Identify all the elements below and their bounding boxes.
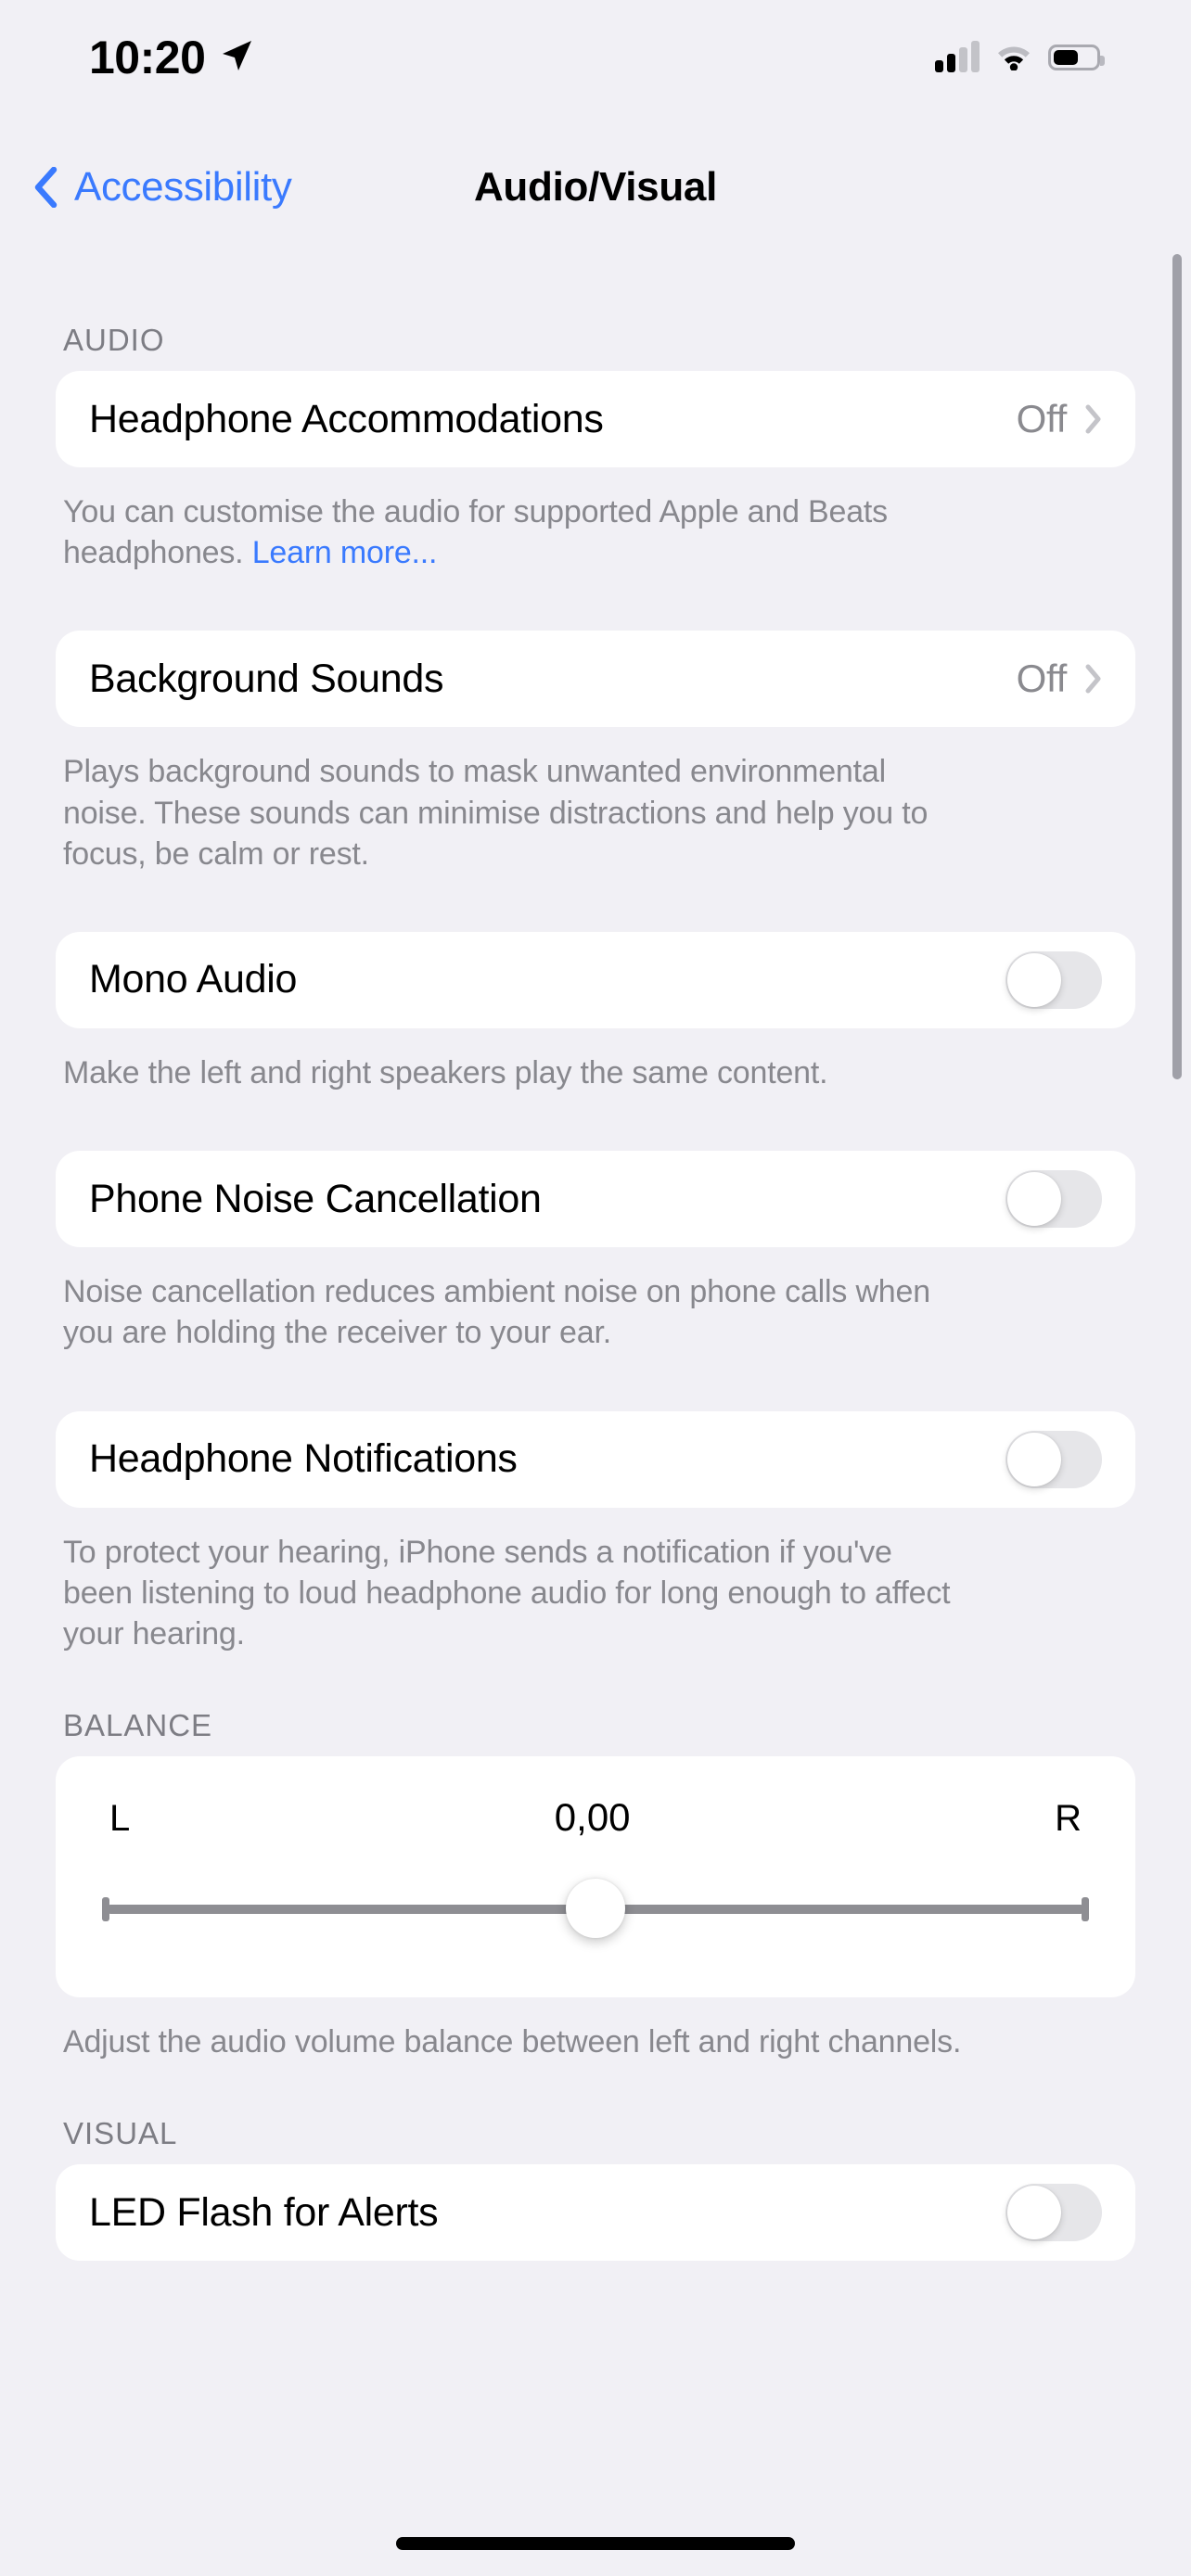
row-label: Phone Noise Cancellation [89, 1176, 542, 1221]
row-label: LED Flash for Alerts [89, 2189, 439, 2235]
settings-scroll-view[interactable]: AUDIO Headphone Accommodations Off You c… [0, 236, 1191, 2576]
status-bar-right [935, 41, 1105, 75]
cellular-signal-icon [935, 41, 980, 72]
balance-left-label: L [109, 1798, 131, 1840]
balance-labels: L 0,00 R [98, 1795, 1093, 1840]
balance-right-label: R [1055, 1798, 1082, 1840]
location-arrow-icon [218, 37, 255, 79]
section-header-balance: BALANCE [63, 1708, 213, 1743]
slider-knob[interactable] [566, 1879, 625, 1939]
footer-background-sounds: Plays background sounds to mask unwanted… [63, 754, 928, 872]
card-mono-audio: Mono Audio [56, 931, 1135, 1028]
section-header-visual: VISUAL [63, 2116, 178, 2151]
status-bar-left: 10:20 [89, 34, 255, 81]
row-led-flash-for-alerts[interactable]: LED Flash for Alerts [56, 2164, 1135, 2261]
toggle-phone-noise-cancellation[interactable] [1005, 1170, 1102, 1229]
toggle-knob [1007, 1432, 1061, 1486]
home-indicator [396, 2537, 795, 2550]
chevron-right-icon [1085, 404, 1102, 434]
balance-value-label: 0,00 [554, 1795, 631, 1840]
card-phone-noise-cancellation: Phone Noise Cancellation [56, 1151, 1135, 1248]
status-bar-clock: 10:20 [89, 32, 206, 83]
card-balance: L 0,00 R [56, 1756, 1135, 1998]
card-headphone-accommodations: Headphone Accommodations Off [56, 371, 1135, 467]
toggle-headphone-notifications[interactable] [1005, 1430, 1102, 1488]
card-led-flash-for-alerts: LED Flash for Alerts [56, 2164, 1135, 2262]
row-phone-noise-cancellation[interactable]: Phone Noise Cancellation [56, 1151, 1135, 1247]
footer-text: You can customise the audio for supporte… [63, 494, 888, 571]
row-value: Off [1016, 657, 1068, 701]
footer-balance: Adjust the audio volume balance between … [63, 2024, 962, 2060]
toggle-mono-audio[interactable] [1005, 950, 1102, 1009]
row-label: Mono Audio [89, 957, 298, 1002]
row-headphone-accommodations[interactable]: Headphone Accommodations Off [56, 371, 1135, 467]
footer-headphone-notifications: To protect your hearing, iPhone sends a … [63, 1534, 951, 1651]
toggle-led-flash-for-alerts[interactable] [1005, 2184, 1102, 2242]
row-label: Background Sounds [89, 656, 444, 701]
toggle-knob [1007, 952, 1061, 1007]
status-bar: 10:20 [0, 0, 1191, 130]
row-headphone-notifications[interactable]: Headphone Notifications [56, 1411, 1135, 1508]
footer-mono-audio: Make the left and right speakers play th… [63, 1054, 828, 1090]
scroll-indicator[interactable] [1172, 254, 1182, 1079]
page-title: Audio/Visual [473, 164, 718, 210]
footer-phone-noise-cancellation: Noise cancellation reduces ambient noise… [63, 1274, 930, 1351]
balance-slider[interactable] [98, 1871, 1093, 1949]
footer-headphone-accommodations: You can customise the audio for supporte… [0, 467, 1030, 573]
navigation-bar: Accessibility Audio/Visual [0, 139, 1191, 236]
section-header-audio: AUDIO [63, 323, 165, 357]
row-label: Headphone Notifications [89, 1436, 518, 1481]
row-value: Off [1016, 397, 1068, 440]
row-mono-audio[interactable]: Mono Audio [56, 932, 1135, 1028]
wifi-icon [994, 41, 1033, 75]
slider-right-cap [1082, 1897, 1089, 1922]
card-background-sounds: Background Sounds Off [56, 631, 1135, 728]
battery-icon [1048, 45, 1105, 70]
toggle-knob [1007, 2186, 1061, 2240]
card-headphone-notifications: Headphone Notifications [56, 1410, 1135, 1508]
toggle-knob [1007, 1172, 1061, 1227]
learn-more-link[interactable]: Learn more... [252, 535, 438, 570]
row-background-sounds[interactable]: Background Sounds Off [56, 631, 1135, 727]
row-label: Headphone Accommodations [89, 396, 604, 441]
chevron-right-icon [1085, 664, 1102, 694]
